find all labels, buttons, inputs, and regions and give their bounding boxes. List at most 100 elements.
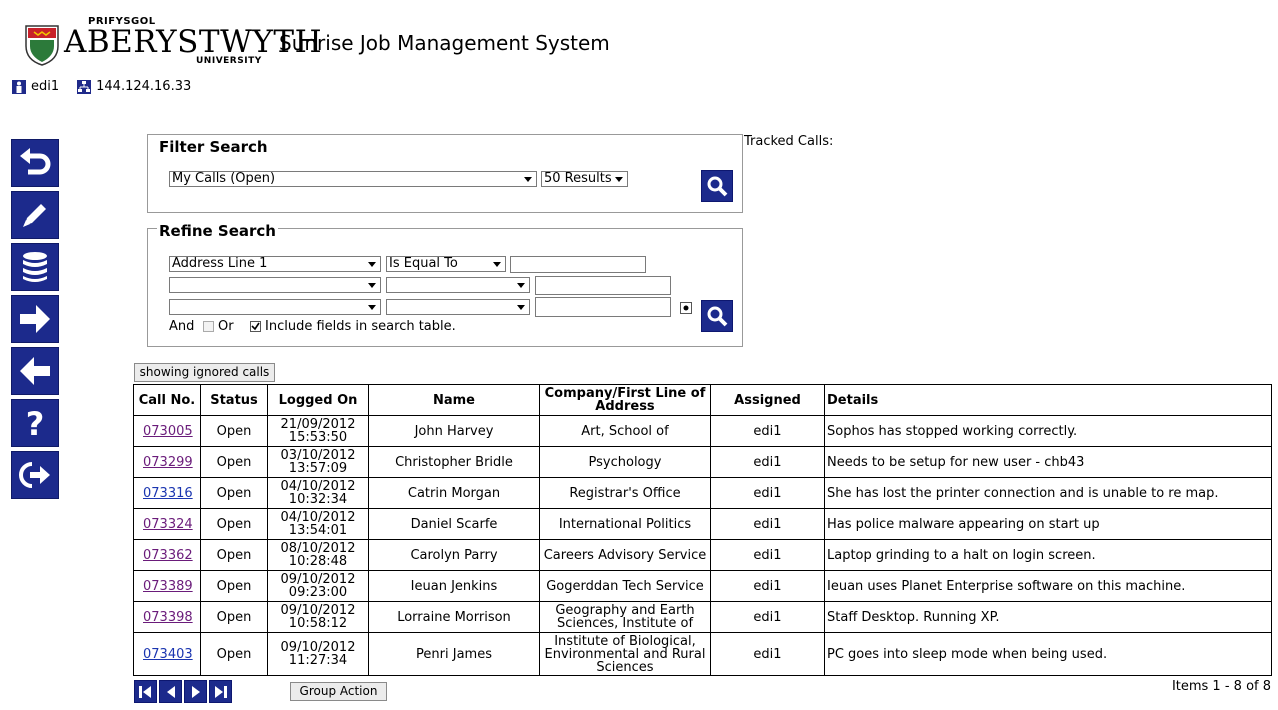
col-details[interactable]: Details: [824, 384, 1272, 416]
prev-page-icon: [166, 685, 175, 698]
chevron-down-icon: [365, 258, 379, 270]
logged-on-cell: 04/10/2012 13:54:01: [267, 508, 369, 540]
first-page-button[interactable]: [134, 680, 157, 703]
call-number-cell: 073316: [133, 477, 201, 509]
view-select-value: My Calls (Open): [172, 171, 276, 186]
add-row-radio[interactable]: [680, 302, 692, 314]
logged-time: 13:54:01: [288, 523, 348, 538]
items-count: Items 1 - 8 of 8: [1171, 679, 1271, 694]
session-ip: 144.124.16.33: [96, 79, 192, 94]
table-row: 073005 Open 21/09/2012 15:53:50 John Harvey A…: [133, 415, 1272, 447]
call-number-link[interactable]: 073403: [143, 647, 193, 662]
svg-text:?: ?: [26, 406, 45, 440]
operator-select-2[interactable]: [386, 277, 530, 293]
include-fields-checkbox[interactable]: [250, 321, 261, 332]
details-cell: Needs to be setup for new user - chb43: [824, 446, 1272, 478]
field-select-2[interactable]: [169, 277, 381, 293]
call-number-link[interactable]: 073316: [143, 486, 193, 501]
database-icon[interactable]: [11, 243, 59, 291]
status-cell: Open: [200, 446, 268, 478]
logout-icon[interactable]: [11, 451, 59, 499]
logo-suffix: UNIVERSITY: [196, 56, 262, 66]
table-header-row: Call No. Status Logged On Name Company/F…: [133, 384, 1272, 416]
col-assigned[interactable]: Assigned: [710, 384, 825, 416]
details-cell: Has police malware appearing on start up: [824, 508, 1272, 540]
assigned-cell: edi1: [710, 539, 825, 571]
back-arrow-icon[interactable]: [11, 347, 59, 395]
table-row: 073403 Open 09/10/2012 11:27:34 Penri James I…: [133, 632, 1272, 676]
or-checkbox[interactable]: [203, 321, 214, 332]
filter-search-panel: Filter Search My Calls (Open) 50 Results: [147, 134, 743, 213]
company-cell: Art, School of: [539, 415, 711, 447]
call-number-link[interactable]: 073389: [143, 579, 193, 594]
col-status[interactable]: Status: [200, 384, 268, 416]
details-cell: Sophos has stopped working correctly.: [824, 415, 1272, 447]
last-page-button[interactable]: [209, 680, 232, 703]
name-cell: Carolyn Parry: [368, 539, 540, 571]
first-page-icon: [139, 685, 151, 698]
call-number-cell: 073362: [133, 539, 201, 571]
company-cell: Careers Advisory Service: [539, 539, 711, 571]
logged-time: 10:28:48: [288, 554, 348, 569]
call-number-link[interactable]: 073398: [143, 610, 193, 625]
call-number-cell: 073398: [133, 601, 201, 633]
back-icon[interactable]: [11, 139, 59, 187]
university-crest-logo: [24, 24, 60, 66]
chevron-down-icon: [521, 173, 535, 185]
edit-icon[interactable]: [11, 191, 59, 239]
or-label: Or: [218, 319, 234, 334]
company-cell: Geography and Earth Sciences, Institute …: [539, 601, 711, 633]
call-number-link[interactable]: 073005: [143, 424, 193, 439]
results-select-value: 50 Results: [544, 171, 612, 186]
name-cell: Ieuan Jenkins: [368, 570, 540, 602]
company-cell: Registrar's Office: [539, 477, 711, 509]
refine-search-panel: Refine Search Address Line 1 Is Equal To…: [147, 224, 743, 347]
value-input-3[interactable]: [535, 297, 671, 317]
table-row: 073299 Open 03/10/2012 13:57:09 Christopher …: [133, 446, 1272, 478]
chevron-down-icon: [365, 301, 379, 313]
field-select-1-value: Address Line 1: [172, 256, 268, 271]
logged-time: 09:23:00: [288, 585, 348, 600]
col-company[interactable]: Company/First Line of Address: [539, 384, 711, 416]
col-logged-on[interactable]: Logged On: [267, 384, 369, 416]
field-select-1[interactable]: Address Line 1: [169, 256, 381, 272]
logged-on-cell: 09/10/2012 11:27:34: [267, 632, 369, 676]
view-select[interactable]: My Calls (Open): [169, 171, 537, 187]
company-cell: Psychology: [539, 446, 711, 478]
status-cell: Open: [200, 415, 268, 447]
last-page-icon: [215, 685, 227, 698]
field-select-3[interactable]: [169, 299, 381, 315]
results-select[interactable]: 50 Results: [541, 171, 628, 187]
group-action-button[interactable]: Group Action: [290, 682, 387, 701]
search-icon: [707, 306, 728, 327]
company-cell: Gogerddan Tech Service: [539, 570, 711, 602]
chevron-down-icon: [514, 301, 528, 313]
logged-on-cell: 09/10/2012 09:23:00: [267, 570, 369, 602]
table-row: 073324 Open 04/10/2012 13:54:01 Daniel Scarf…: [133, 508, 1272, 540]
value-input-1[interactable]: [510, 256, 646, 273]
operator-select-1[interactable]: Is Equal To: [386, 256, 506, 272]
filter-search-button[interactable]: [701, 170, 733, 202]
status-cell: Open: [200, 477, 268, 509]
name-cell: Catrin Morgan: [368, 477, 540, 509]
user-icon: [12, 79, 26, 94]
call-number-link[interactable]: 073362: [143, 548, 193, 563]
refine-search-button[interactable]: [701, 300, 733, 332]
col-name[interactable]: Name: [368, 384, 540, 416]
chevron-down-icon: [365, 279, 379, 291]
prev-page-button[interactable]: [159, 680, 182, 703]
forward-arrow-icon[interactable]: [11, 295, 59, 343]
assigned-cell: edi1: [710, 415, 825, 447]
help-icon[interactable]: ?: [11, 399, 59, 447]
value-input-2[interactable]: [535, 276, 671, 295]
next-page-button[interactable]: [184, 680, 207, 703]
call-number-link[interactable]: 073324: [143, 517, 193, 532]
call-number-link[interactable]: 073299: [143, 455, 193, 470]
toggle-ignored-calls-button[interactable]: showing ignored calls: [134, 363, 275, 382]
company-cell: International Politics: [539, 508, 711, 540]
call-number-cell: 073324: [133, 508, 201, 540]
col-call-no[interactable]: Call No.: [133, 384, 201, 416]
status-cell: Open: [200, 601, 268, 633]
assigned-cell: edi1: [710, 508, 825, 540]
operator-select-3[interactable]: [386, 299, 530, 315]
